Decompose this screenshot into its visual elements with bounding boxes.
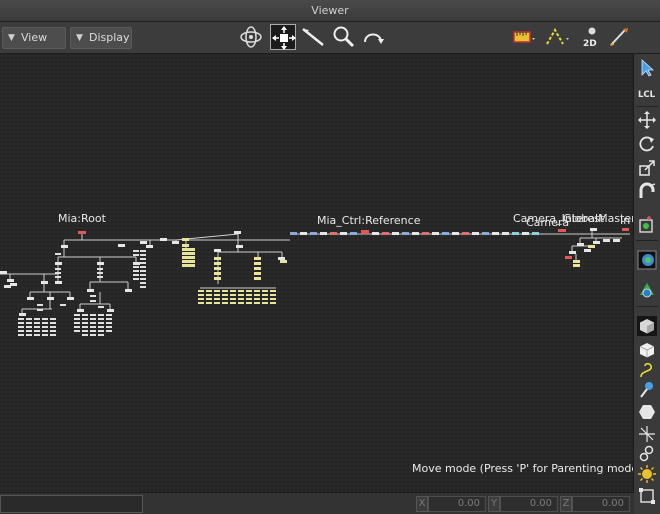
view-menu-button[interactable]: ▼ View [2,27,66,49]
translate-icon[interactable] [637,110,657,130]
schematic-viewport[interactable]: Mia:Root Mia_Ctrl:Reference Camera_Inter… [0,54,634,492]
node-label-mia-ctrl-reference[interactable]: Mia_Ctrl:Reference [317,214,420,227]
chevron-down-icon: ▼ [76,33,83,43]
toolbar-divider [636,240,658,241]
ruler-icon[interactable] [510,24,536,50]
undo-icon[interactable] [360,24,386,50]
toolbar-divider [636,106,658,107]
coord-y-axis-label: Y [488,496,500,512]
axis-icon[interactable] [637,424,657,444]
sun-icon[interactable] [637,464,657,484]
node-label-mia-root[interactable]: Mia:Root [58,212,106,225]
coord-x-axis-label: X [416,496,428,512]
scale-icon[interactable] [637,158,657,178]
title-bar: Viewer [0,0,660,22]
magnet-icon[interactable] [637,182,657,202]
light-icon[interactable] [637,380,657,400]
brush-icon[interactable] [606,24,632,50]
texture-icon[interactable] [637,280,657,300]
frame-icon[interactable] [637,486,657,506]
2d-icon-label: 2D [583,39,597,49]
toolbar-divider [636,306,658,307]
zoom-icon[interactable] [330,24,356,50]
schematic-graph[interactable] [0,54,634,492]
orbit-icon[interactable] [238,24,264,50]
hierarchy-icon[interactable] [637,444,657,464]
display-menu-label: Display [89,31,130,44]
coord-z-value[interactable]: 0.00 [572,496,630,512]
rotate-icon[interactable] [637,134,657,154]
curve-icon[interactable] [544,24,570,50]
move-view-icon[interactable] [270,24,296,50]
curve-tool-icon[interactable] [637,360,657,380]
display-menu-button[interactable]: ▼ Display [70,27,132,49]
viewer-toolbar: ▼ View ▼ Display 2D [0,22,660,54]
shaded-cube-icon[interactable] [637,316,657,336]
coord-y-value[interactable]: 0.00 [500,496,558,512]
lcl-label: LCL [638,90,656,100]
render-region-icon[interactable] [637,250,657,270]
status-bar: X 0.00 Y 0.00 Z 0.00 [0,492,634,514]
select-arrow-icon[interactable] [637,58,657,78]
2d-icon[interactable]: 2D [578,24,604,50]
mode-status-text: Move mode (Press 'P' for Parenting mode) [412,462,634,475]
wire-cube-icon[interactable] [637,340,657,360]
right-toolbar: LCL [634,54,660,514]
add-node-icon[interactable] [637,214,657,234]
chevron-down-icon: ▼ [8,33,15,43]
coord-z-axis-label: Z [560,496,572,512]
node-label-in[interactable]: In [620,214,630,227]
coord-x-value[interactable]: 0.00 [428,496,486,512]
view-menu-label: View [21,31,48,44]
status-input[interactable] [0,495,143,513]
window-title: Viewer [311,4,349,17]
polygon-icon[interactable] [637,402,657,422]
pick-icon[interactable] [300,24,326,50]
lcl-icon[interactable]: LCL [637,82,657,102]
